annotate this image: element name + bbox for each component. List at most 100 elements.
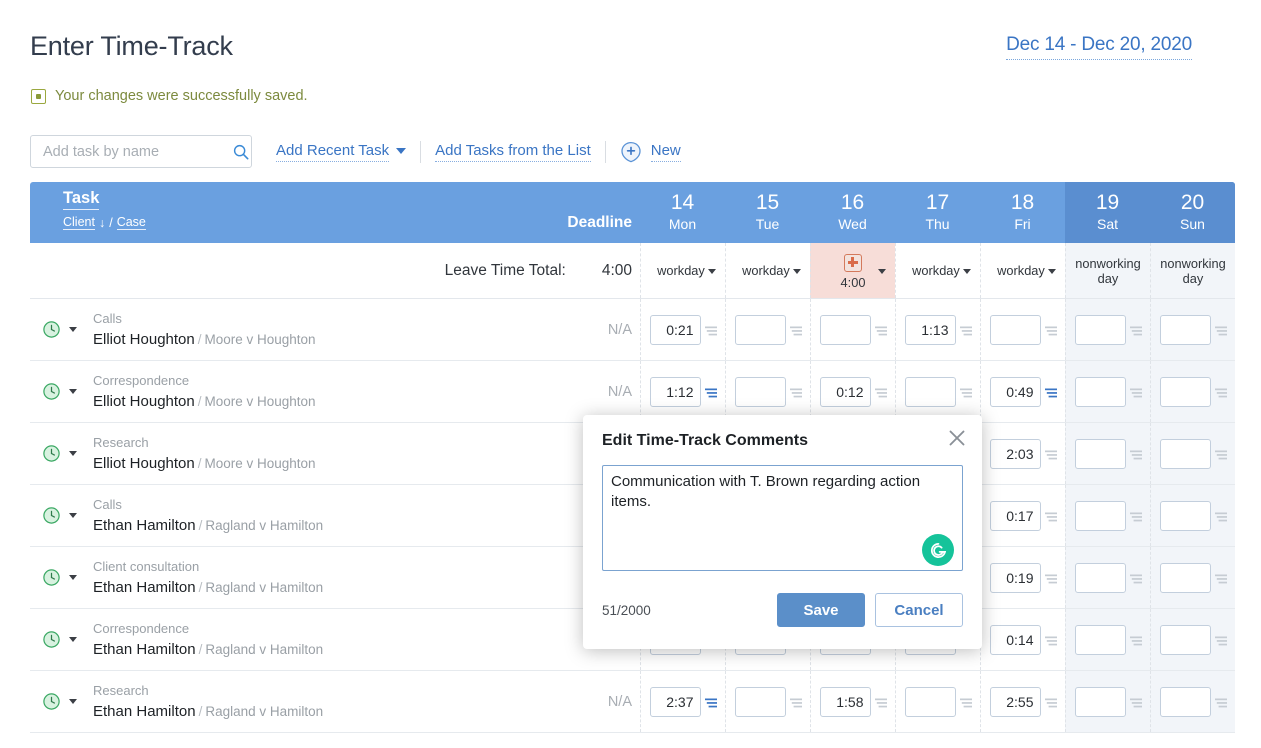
time-input[interactable] — [819, 314, 871, 345]
time-input[interactable] — [1074, 686, 1126, 717]
time-input[interactable] — [649, 314, 701, 345]
time-input[interactable] — [1074, 624, 1126, 655]
comment-icon[interactable] — [1214, 324, 1227, 336]
comment-icon[interactable] — [1214, 448, 1227, 460]
comment-icon[interactable] — [704, 386, 717, 398]
clock-icon[interactable] — [42, 630, 61, 649]
comment-icon[interactable] — [1129, 510, 1142, 522]
time-input[interactable] — [649, 376, 701, 407]
time-input[interactable] — [734, 376, 786, 407]
cancel-button[interactable]: Cancel — [875, 593, 963, 627]
clock-icon[interactable] — [42, 444, 61, 463]
search-icon[interactable] — [232, 143, 250, 161]
comment-icon[interactable] — [874, 696, 887, 708]
add-recent-task-link[interactable]: Add Recent Task — [276, 142, 390, 162]
comment-icon[interactable] — [959, 386, 972, 398]
time-input[interactable] — [1074, 376, 1126, 407]
time-input[interactable] — [904, 376, 956, 407]
time-input[interactable] — [819, 376, 871, 407]
comment-icon[interactable] — [874, 324, 887, 336]
chevron-down-icon[interactable] — [69, 637, 77, 642]
time-input[interactable] — [1159, 314, 1211, 345]
time-input[interactable] — [1159, 562, 1211, 593]
time-input[interactable] — [734, 686, 786, 717]
day-type-cell-thu[interactable]: workday — [895, 243, 980, 298]
comment-icon[interactable] — [1129, 386, 1142, 398]
chevron-down-icon[interactable] — [963, 269, 971, 274]
comment-icon[interactable] — [1129, 634, 1142, 646]
day-type-cell-fri[interactable]: workday — [980, 243, 1065, 298]
comment-icon[interactable] — [1044, 572, 1057, 584]
chevron-down-icon[interactable] — [793, 269, 801, 274]
chevron-down-icon[interactable] — [396, 148, 407, 154]
time-input[interactable] — [1159, 376, 1211, 407]
day-type-cell-tue[interactable]: workday — [725, 243, 810, 298]
comment-icon[interactable] — [704, 324, 717, 336]
clock-icon[interactable] — [42, 692, 61, 711]
time-input[interactable] — [1074, 438, 1126, 469]
search-input[interactable] — [41, 142, 232, 161]
date-range-selector[interactable]: Dec 14 - Dec 20, 2020 — [1006, 34, 1192, 60]
chevron-down-icon[interactable] — [69, 451, 77, 456]
time-input[interactable] — [1074, 314, 1126, 345]
clock-icon[interactable] — [42, 320, 61, 339]
comment-icon[interactable] — [874, 386, 887, 398]
time-input[interactable] — [989, 500, 1041, 531]
time-input[interactable] — [819, 686, 871, 717]
comment-icon[interactable] — [1214, 634, 1227, 646]
close-icon[interactable] — [947, 428, 967, 448]
comment-icon[interactable] — [704, 696, 717, 708]
time-input[interactable] — [989, 438, 1041, 469]
comment-icon[interactable] — [1044, 324, 1057, 336]
comment-icon[interactable] — [1044, 448, 1057, 460]
task-header-label[interactable]: Task — [63, 189, 100, 210]
time-input[interactable] — [989, 624, 1041, 655]
new-task-link[interactable]: New — [650, 142, 681, 162]
comment-icon[interactable] — [1129, 448, 1142, 460]
clock-icon[interactable] — [42, 382, 61, 401]
comment-icon[interactable] — [1044, 634, 1057, 646]
add-tasks-from-list-link[interactable]: Add Tasks from the List — [435, 142, 591, 162]
comment-icon[interactable] — [1129, 324, 1142, 336]
search-box[interactable] — [30, 135, 252, 168]
time-input[interactable] — [649, 686, 701, 717]
time-input[interactable] — [904, 686, 956, 717]
comment-icon[interactable] — [789, 696, 802, 708]
chevron-down-icon[interactable] — [69, 699, 77, 704]
clock-icon[interactable] — [42, 568, 61, 587]
chevron-down-icon[interactable] — [69, 575, 77, 580]
chevron-down-icon[interactable] — [708, 269, 716, 274]
chevron-down-icon[interactable] — [69, 389, 77, 394]
day-type-cell-sat[interactable]: nonworking day — [1065, 243, 1150, 298]
plus-circle-icon[interactable] — [620, 141, 642, 163]
comment-icon[interactable] — [1129, 572, 1142, 584]
time-input[interactable] — [989, 376, 1041, 407]
chevron-down-icon[interactable] — [69, 513, 77, 518]
time-input[interactable] — [989, 562, 1041, 593]
comment-icon[interactable] — [789, 324, 802, 336]
time-input[interactable] — [989, 314, 1041, 345]
time-input[interactable] — [989, 686, 1041, 717]
time-input[interactable] — [734, 314, 786, 345]
comment-icon[interactable] — [1214, 510, 1227, 522]
comment-icon[interactable] — [789, 386, 802, 398]
day-type-cell-mon[interactable]: workday — [640, 243, 725, 298]
case-sort-link[interactable]: Case — [116, 215, 146, 230]
day-type-cell-sun[interactable]: nonworking day — [1150, 243, 1235, 298]
comment-textarea[interactable] — [602, 465, 963, 571]
comment-icon[interactable] — [1044, 386, 1057, 398]
comment-icon[interactable] — [1044, 510, 1057, 522]
chevron-down-icon[interactable] — [878, 269, 886, 274]
chevron-down-icon[interactable] — [1048, 269, 1056, 274]
comment-icon[interactable] — [959, 696, 972, 708]
comment-icon[interactable] — [1214, 696, 1227, 708]
comment-icon[interactable] — [1129, 696, 1142, 708]
time-input[interactable] — [1159, 438, 1211, 469]
time-input[interactable] — [1074, 500, 1126, 531]
comment-icon[interactable] — [1214, 572, 1227, 584]
time-input[interactable] — [1159, 500, 1211, 531]
grammarly-icon[interactable] — [922, 534, 954, 566]
chevron-down-icon[interactable] — [69, 327, 77, 332]
comment-icon[interactable] — [959, 324, 972, 336]
time-input[interactable] — [1159, 686, 1211, 717]
